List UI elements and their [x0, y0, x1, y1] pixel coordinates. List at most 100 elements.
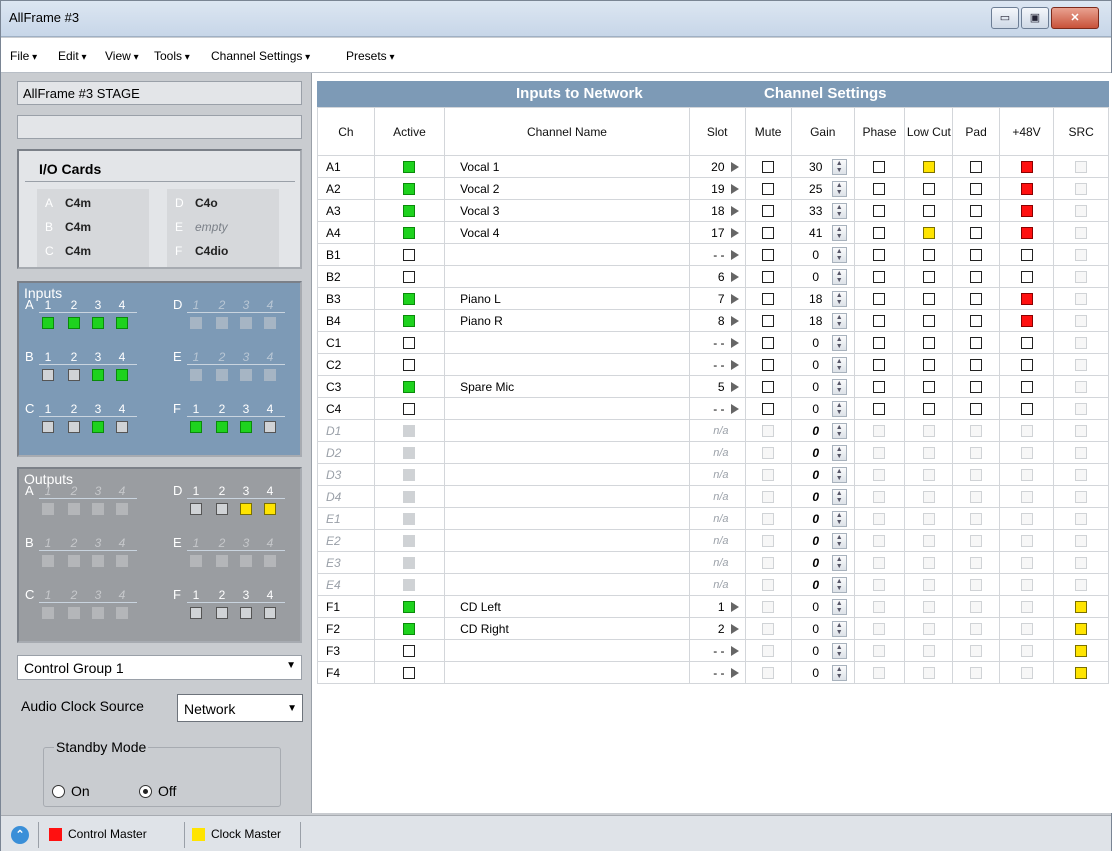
spin-arrows-icon[interactable]: ▲ ▼: [831, 620, 847, 637]
phantom-48v-toggle[interactable]: [1020, 227, 1033, 240]
active-toggle[interactable]: [403, 205, 416, 218]
io-channel-indicator[interactable]: [264, 421, 276, 433]
gain-stepper[interactable]: 33 ▲ ▼: [796, 202, 850, 220]
phantom-48v-toggle[interactable]: [1020, 183, 1033, 196]
play-arrow-icon[interactable]: [730, 403, 739, 414]
spin-arrows-icon[interactable]: ▲ ▼: [831, 202, 847, 219]
menu-tools[interactable]: Tools: [154, 49, 190, 63]
spin-arrows-icon[interactable]: ▲ ▼: [831, 598, 847, 615]
gain-value[interactable]: 0: [801, 468, 831, 484]
phase-checkbox[interactable]: [873, 293, 886, 306]
io-channel-indicator[interactable]: [216, 421, 228, 433]
mute-checkbox[interactable]: [762, 359, 775, 372]
audio-clock-source-select[interactable]: Network ▼: [177, 694, 303, 722]
active-toggle[interactable]: [403, 161, 416, 174]
io-channel-indicator[interactable]: [42, 421, 54, 433]
pad-checkbox[interactable]: [970, 337, 983, 350]
mute-checkbox[interactable]: [762, 161, 775, 174]
io-channel-indicator[interactable]: [190, 607, 202, 619]
mute-checkbox[interactable]: [762, 271, 775, 284]
mute-checkbox[interactable]: [762, 315, 775, 328]
spin-arrows-icon[interactable]: ▲ ▼: [831, 312, 847, 329]
phantom-48v-toggle[interactable]: [1020, 381, 1033, 394]
gain-value[interactable]: 0: [801, 622, 831, 638]
standby-off-radio[interactable]: Off: [139, 783, 176, 799]
slot-cell[interactable]: - -: [688, 639, 746, 662]
slot-cell[interactable]: 8: [688, 309, 746, 332]
gain-stepper[interactable]: 41 ▲ ▼: [796, 224, 850, 242]
low-cut-toggle[interactable]: [922, 359, 935, 372]
io-channel-indicator[interactable]: [116, 369, 128, 381]
slot-cell[interactable]: 7: [688, 287, 746, 310]
maximize-button[interactable]: ▣: [1021, 7, 1049, 29]
gain-value[interactable]: 0: [801, 600, 831, 616]
menu-file[interactable]: File: [10, 49, 37, 63]
pad-checkbox[interactable]: [970, 205, 983, 218]
gain-stepper[interactable]: 0 ▲ ▼: [796, 510, 850, 528]
gain-value[interactable]: 18: [801, 314, 831, 330]
phase-checkbox[interactable]: [873, 161, 886, 174]
standby-on-radio[interactable]: On: [52, 783, 90, 799]
spin-arrows-icon[interactable]: ▲ ▼: [831, 356, 847, 373]
slot-cell[interactable]: 6: [688, 265, 746, 288]
phase-checkbox[interactable]: [873, 249, 886, 262]
play-arrow-icon[interactable]: [730, 205, 739, 216]
play-arrow-icon[interactable]: [730, 645, 739, 656]
slot-cell[interactable]: 5: [688, 375, 746, 398]
slot-cell[interactable]: - -: [688, 331, 746, 354]
spin-arrows-icon[interactable]: ▲ ▼: [831, 510, 847, 527]
low-cut-toggle[interactable]: [922, 381, 935, 394]
gain-value[interactable]: 18: [801, 292, 831, 308]
gain-value[interactable]: 33: [801, 204, 831, 220]
pad-checkbox[interactable]: [970, 249, 983, 262]
gain-value[interactable]: 0: [801, 336, 831, 352]
control-group-select[interactable]: Control Group 1 ▼: [17, 655, 302, 680]
spin-arrows-icon[interactable]: ▲ ▼: [831, 290, 847, 307]
stage-sub-field[interactable]: [17, 115, 302, 139]
low-cut-toggle[interactable]: [922, 183, 935, 196]
gain-stepper[interactable]: 0 ▲ ▼: [796, 444, 850, 462]
spin-arrows-icon[interactable]: ▲ ▼: [831, 664, 847, 681]
src-toggle[interactable]: [1075, 623, 1088, 636]
io-channel-indicator[interactable]: [216, 503, 228, 515]
gain-stepper[interactable]: 0 ▲ ▼: [796, 268, 850, 286]
gain-stepper[interactable]: 0 ▲ ▼: [796, 356, 850, 374]
close-button[interactable]: ✕: [1051, 7, 1099, 29]
spin-arrows-icon[interactable]: ▲ ▼: [831, 378, 847, 395]
channel-name-cell[interactable]: Spare Mic: [444, 375, 690, 398]
spin-arrows-icon[interactable]: ▲ ▼: [831, 554, 847, 571]
channel-name-cell[interactable]: [444, 265, 690, 288]
pad-checkbox[interactable]: [970, 183, 983, 196]
pad-checkbox[interactable]: [970, 293, 983, 306]
channel-name-cell[interactable]: Vocal 2: [444, 177, 690, 200]
mute-checkbox[interactable]: [762, 337, 775, 350]
channel-name-cell[interactable]: [444, 353, 690, 376]
io-channel-indicator[interactable]: [68, 421, 80, 433]
gain-stepper[interactable]: 0 ▲ ▼: [796, 664, 850, 682]
active-toggle[interactable]: [403, 601, 416, 614]
io-channel-indicator[interactable]: [264, 503, 276, 515]
gain-stepper[interactable]: 0 ▲ ▼: [796, 554, 850, 572]
io-channel-indicator[interactable]: [42, 369, 54, 381]
phantom-48v-toggle[interactable]: [1020, 337, 1033, 350]
slot-cell[interactable]: - -: [688, 397, 746, 420]
play-arrow-icon[interactable]: [730, 359, 739, 370]
io-channel-indicator[interactable]: [42, 317, 54, 329]
active-toggle[interactable]: [403, 381, 416, 394]
active-toggle[interactable]: [403, 271, 416, 284]
channel-name-cell[interactable]: Piano R: [444, 309, 690, 332]
play-arrow-icon[interactable]: [730, 315, 739, 326]
active-toggle[interactable]: [403, 623, 416, 636]
src-toggle[interactable]: [1075, 601, 1088, 614]
phase-checkbox[interactable]: [873, 381, 886, 394]
mute-checkbox[interactable]: [762, 205, 775, 218]
gain-stepper[interactable]: 0 ▲ ▼: [796, 642, 850, 660]
spin-arrows-icon[interactable]: ▲ ▼: [831, 488, 847, 505]
phantom-48v-toggle[interactable]: [1020, 293, 1033, 306]
io-channel-indicator[interactable]: [240, 421, 252, 433]
gain-stepper[interactable]: 0 ▲ ▼: [796, 598, 850, 616]
phantom-48v-toggle[interactable]: [1020, 205, 1033, 218]
low-cut-toggle[interactable]: [922, 205, 935, 218]
io-channel-indicator[interactable]: [216, 607, 228, 619]
gain-stepper[interactable]: 0 ▲ ▼: [796, 378, 850, 396]
